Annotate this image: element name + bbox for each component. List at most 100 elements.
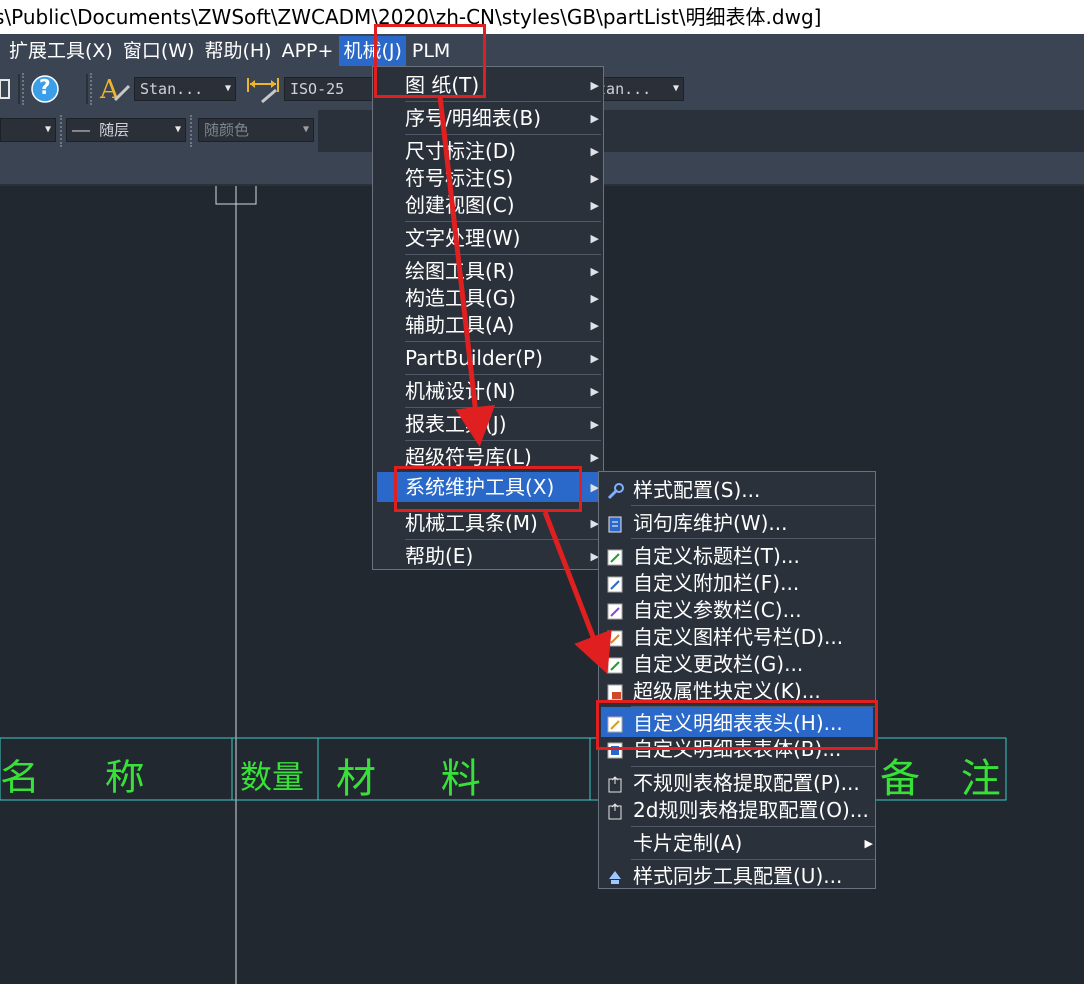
submenu-arrow-icon: ▶ bbox=[864, 837, 873, 850]
edit-table-icon bbox=[607, 628, 624, 647]
menu-item-help[interactable]: 帮助(E) ▶ bbox=[405, 543, 603, 570]
menu-app-plus[interactable]: APP+ bbox=[278, 36, 338, 66]
edit-table-icon bbox=[607, 574, 624, 593]
chevron-down-icon: ▼ bbox=[302, 124, 309, 135]
submenu-arrow-icon: ▶ bbox=[590, 265, 599, 278]
menu-item-partbuilder[interactable]: PartBuilder(P) ▶ bbox=[405, 345, 603, 372]
chevron-down-icon: ▼ bbox=[224, 83, 231, 94]
annotation-box-partlist-header bbox=[596, 700, 878, 750]
color-value: 随颜色 bbox=[204, 121, 250, 139]
menu-extension-tools[interactable]: 扩展工具(X) bbox=[5, 36, 117, 66]
submenu-arrow-icon: ▶ bbox=[590, 352, 599, 365]
chevron-down-icon: ▼ bbox=[672, 83, 679, 94]
layer-icon[interactable] bbox=[0, 74, 12, 104]
text-style-value: Stan... bbox=[140, 80, 204, 98]
table-cell-name: 名 称 bbox=[0, 757, 171, 799]
chevron-down-icon: ▼ bbox=[44, 124, 51, 135]
layer-select[interactable]: ▼ bbox=[0, 118, 56, 142]
menu-item-dimension[interactable]: 尺寸标注(D) ▶ bbox=[405, 138, 603, 165]
menu-item-label: 自定义参数栏(C)... bbox=[633, 598, 802, 622]
sync-icon bbox=[607, 867, 624, 884]
edit-table-icon bbox=[607, 601, 624, 620]
menu-item-style-config[interactable]: 样式配置(S)... bbox=[633, 477, 877, 504]
menu-item-label: 符号标注(S) bbox=[405, 166, 514, 190]
menu-item-report-tools[interactable]: 报表工具(J) ▶ bbox=[405, 411, 603, 438]
menu-item-label: 辅助工具(A) bbox=[405, 313, 515, 337]
submenu-arrow-icon: ▶ bbox=[590, 172, 599, 185]
color-select[interactable]: 随颜色 ▼ bbox=[198, 118, 314, 142]
menu-item-label: 机械设计(N) bbox=[405, 379, 516, 403]
menu-item-label: 文字处理(W) bbox=[405, 226, 521, 250]
menu-item-label: 序号/明细表(B) bbox=[405, 106, 542, 130]
submenu-arrow-icon: ▶ bbox=[590, 451, 599, 464]
menu-item-text[interactable]: 文字处理(W) ▶ bbox=[405, 225, 603, 252]
menu-item-custom-param-block[interactable]: 自定义参数栏(C)... bbox=[633, 597, 877, 624]
menu-item-mech-design[interactable]: 机械设计(N) ▶ bbox=[405, 378, 603, 405]
menu-item-custom-title-block[interactable]: 自定义标题栏(T)... bbox=[633, 543, 877, 570]
table-extract-icon bbox=[607, 774, 624, 793]
submenu-arrow-icon: ▶ bbox=[590, 385, 599, 398]
properties-toolbar: ▼ —— 随层 ▼ 随颜色 ▼ bbox=[0, 110, 318, 152]
menu-item-label: 绘图工具(R) bbox=[405, 259, 515, 283]
dimension-style-icon[interactable] bbox=[246, 74, 282, 104]
menu-item-label: 卡片定制(A) bbox=[633, 831, 743, 855]
linetype-value: —— 随层 bbox=[72, 121, 130, 139]
menu-item-construct-tools[interactable]: 构造工具(G) ▶ bbox=[405, 285, 603, 312]
table-cell-remark: 备 注 bbox=[880, 756, 1004, 802]
dimension-style-select[interactable]: ISO-25 bbox=[284, 77, 376, 101]
submenu-arrow-icon: ▶ bbox=[590, 418, 599, 431]
menu-item-custom-revision-block[interactable]: 自定义更改栏(G)... bbox=[633, 651, 877, 678]
system-maintenance-submenu: 样式配置(S)... 词句库维护(W)... 自定义标题栏(T)... 自定义附… bbox=[598, 471, 876, 889]
menu-item-draw-tools[interactable]: 绘图工具(R) ▶ bbox=[405, 258, 603, 285]
submenu-arrow-icon: ▶ bbox=[590, 232, 599, 245]
menu-item-balloon-partlist[interactable]: 序号/明细表(B) ▶ bbox=[405, 105, 603, 132]
menu-item-style-sync-config[interactable]: 样式同步工具配置(U)... bbox=[633, 863, 877, 890]
menu-item-phrase-library[interactable]: 词句库维护(W)... bbox=[633, 510, 877, 537]
dimension-style-value: ISO-25 bbox=[290, 80, 345, 98]
submenu-arrow-icon: ▶ bbox=[590, 292, 599, 305]
menu-item-label: 自定义图样代号栏(D)... bbox=[633, 625, 844, 649]
menu-item-label: 2d规则表格提取配置(O)... bbox=[633, 798, 869, 822]
edit-table-icon bbox=[607, 655, 624, 674]
menu-item-label: 自定义更改栏(G)... bbox=[633, 652, 804, 676]
dictionary-icon bbox=[607, 514, 624, 533]
text-style-select[interactable]: Stan... ▼ bbox=[134, 77, 236, 101]
menu-item-mech-toolbar[interactable]: 机械工具条(M) ▶ bbox=[405, 510, 603, 537]
annotation-box-system-maintenance bbox=[394, 466, 582, 512]
annotation-box-mechanical-menu bbox=[374, 24, 486, 98]
menu-item-create-view[interactable]: 创建视图(C) ▶ bbox=[405, 192, 603, 219]
menu-item-label: 自定义标题栏(T)... bbox=[633, 544, 800, 568]
menu-item-label: PartBuilder(P) bbox=[405, 346, 543, 370]
help-icon[interactable]: ? bbox=[30, 74, 62, 104]
menu-help[interactable]: 帮助(H) bbox=[200, 36, 275, 66]
submenu-arrow-icon: ▶ bbox=[590, 145, 599, 158]
menu-item-label: 帮助(E) bbox=[405, 544, 474, 568]
submenu-arrow-icon: ▶ bbox=[590, 199, 599, 212]
menu-item-label: 不规则表格提取配置(P)... bbox=[633, 771, 860, 795]
menu-item-custom-drawing-code-block[interactable]: 自定义图样代号栏(D)... bbox=[633, 624, 877, 651]
linetype-select[interactable]: —— 随层 ▼ bbox=[66, 118, 186, 142]
menu-item-aux-tools[interactable]: 辅助工具(A) ▶ bbox=[405, 312, 603, 339]
menu-item-card-custom[interactable]: 卡片定制(A) ▶ bbox=[633, 830, 877, 857]
menu-item-label: 创建视图(C) bbox=[405, 193, 515, 217]
text-style-icon[interactable]: A bbox=[99, 74, 133, 105]
menu-item-label: 自定义附加栏(F)... bbox=[633, 571, 800, 595]
submenu-arrow-icon: ▶ bbox=[590, 79, 599, 92]
menu-item-label: 词句库维护(W)... bbox=[633, 511, 788, 535]
menu-item-irregular-table-extract[interactable]: 不规则表格提取配置(P)... bbox=[633, 770, 877, 797]
menu-item-2d-table-extract[interactable]: 2d规则表格提取配置(O)... bbox=[633, 797, 877, 824]
menu-item-label: 尺寸标注(D) bbox=[405, 139, 517, 163]
wrench-icon bbox=[607, 481, 624, 500]
menu-item-label: 构造工具(G) bbox=[405, 286, 517, 310]
submenu-arrow-icon: ▶ bbox=[590, 112, 599, 125]
menu-item-label: 样式同步工具配置(U)... bbox=[633, 864, 843, 888]
menu-item-symbol[interactable]: 符号标注(S) ▶ bbox=[405, 165, 603, 192]
menu-window[interactable]: 窗口(W) bbox=[119, 36, 199, 66]
window-title-bar: s\Public\Documents\ZWSoft\ZWCADM\2020\zh… bbox=[0, 0, 1084, 34]
menu-item-label: 样式配置(S)... bbox=[633, 478, 761, 502]
table-cell-material: 材 料 bbox=[336, 756, 507, 802]
menu-item-custom-addon-block[interactable]: 自定义附加栏(F)... bbox=[633, 570, 877, 597]
table-cell-quantity: 数量 bbox=[240, 758, 305, 796]
menu-bar: 扩展工具(X) 窗口(W) 帮助(H) APP+ 机械(J) PLM bbox=[0, 34, 1084, 68]
attribute-block-icon bbox=[607, 682, 624, 701]
